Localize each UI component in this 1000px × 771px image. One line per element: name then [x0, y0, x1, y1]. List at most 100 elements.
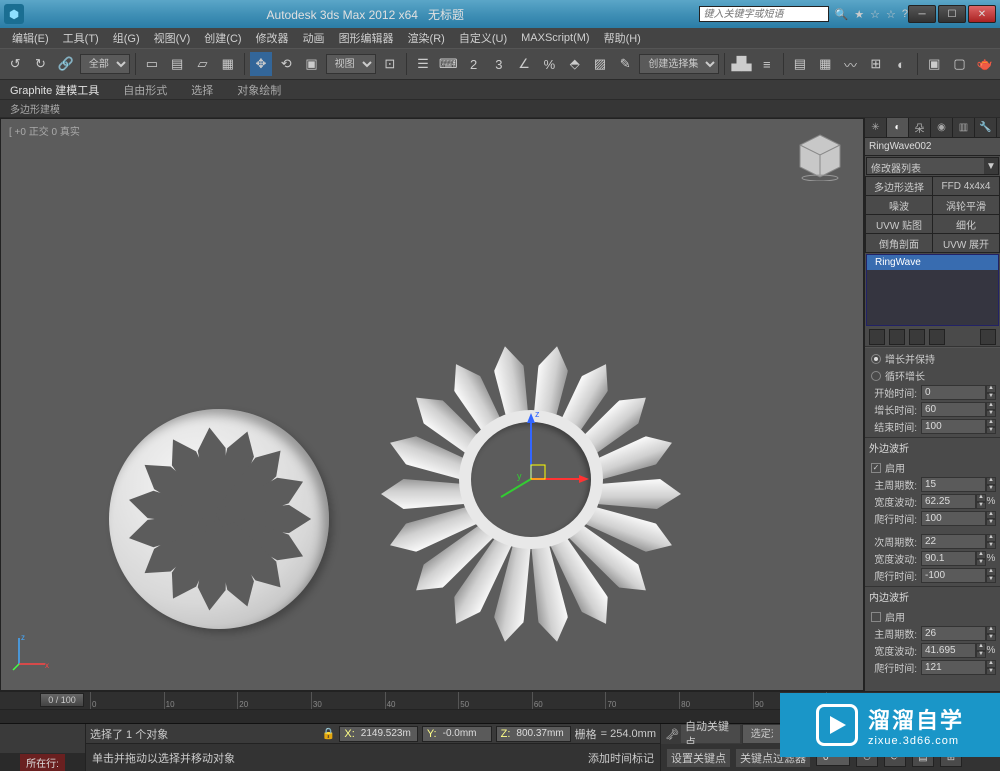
selection-filter[interactable]: 全部 [80, 54, 130, 74]
manipulate-button[interactable]: ☰ [412, 52, 434, 76]
remove-modifier-icon[interactable] [929, 329, 945, 345]
menu-tools[interactable]: 工具(T) [57, 28, 105, 48]
outer-major-input[interactable]: 15 [921, 477, 986, 492]
select-name-button[interactable]: ▤ [166, 52, 188, 76]
menu-maxscript[interactable]: MAXScript(M) [515, 30, 595, 46]
spinner-snap-icon[interactable]: ⬘ [564, 52, 586, 76]
pivot-icon[interactable]: ⊡ [379, 52, 401, 76]
menu-grapheditors[interactable]: 图形编辑器 [333, 28, 400, 48]
inner-enable-checkbox[interactable]: 启用 [869, 608, 996, 625]
outer-widthflux-input[interactable]: 62.25 [921, 494, 976, 509]
move-button[interactable]: ✥ [250, 52, 272, 76]
maxscript-mini-listener[interactable] [0, 724, 85, 753]
rotate-button[interactable]: ⟲ [275, 52, 297, 76]
radio-grow-stay[interactable]: 增长并保持 [869, 350, 996, 367]
menu-animation[interactable]: 动画 [297, 28, 331, 48]
tab-display-icon[interactable]: ▥ [953, 118, 975, 137]
menu-customize[interactable]: 自定义(U) [453, 28, 513, 48]
menu-view[interactable]: 视图(V) [148, 28, 197, 48]
viewport[interactable]: [ +0 正交 0 真实 z x [0, 118, 864, 691]
show-end-result-icon[interactable] [889, 329, 905, 345]
inner-widthflux-input[interactable]: 41.695 [921, 643, 976, 658]
material-editor-icon[interactable]: ◐ [890, 52, 912, 76]
star-icon[interactable]: ☆ [870, 8, 880, 21]
radio-cyclic[interactable]: 循环增长 [869, 367, 996, 384]
maximize-button[interactable]: ☐ [938, 5, 966, 23]
snap-3d-icon[interactable]: 3 [488, 52, 510, 76]
transform-gizmo[interactable]: z y [471, 409, 591, 529]
stack-item-ringwave[interactable]: RingWave [867, 255, 998, 270]
select-button[interactable]: ▭ [141, 52, 163, 76]
named-selection-dropdown[interactable]: 创建选择集 [639, 54, 719, 74]
render-frame-icon[interactable]: ▢ [948, 52, 970, 76]
tab-motion-icon[interactable]: ◉ [931, 118, 953, 137]
modbtn-turbosmooth[interactable]: 涡轮平滑 [933, 196, 999, 214]
close-button[interactable]: ✕ [968, 5, 996, 23]
mirror-button[interactable]: ▟▙ [730, 52, 752, 76]
render-setup-icon[interactable]: ▣ [923, 52, 945, 76]
star-icon[interactable]: ☆ [886, 8, 896, 21]
tab-modify-icon[interactable]: ◐ [887, 118, 909, 137]
scale-button[interactable]: ▣ [300, 52, 322, 76]
rect-select-icon[interactable]: ▱ [191, 52, 213, 76]
keyboard-shortcut-icon[interactable]: ⌨ [437, 52, 459, 76]
modbtn-bevelprofile[interactable]: 倒角剖面 [866, 234, 932, 252]
setkey-button[interactable]: 设置关键点 [667, 749, 730, 767]
window-crossing-icon[interactable]: ▦ [217, 52, 239, 76]
menu-modifiers[interactable]: 修改器 [250, 28, 295, 48]
pin-stack-icon[interactable] [869, 329, 885, 345]
grow-time-input[interactable]: 60 [921, 402, 986, 417]
modifier-stack[interactable]: RingWave [866, 254, 999, 326]
configure-sets-icon[interactable] [980, 329, 996, 345]
start-time-input[interactable]: 0 [921, 385, 986, 400]
modbtn-ffd[interactable]: FFD 4x4x4 [933, 177, 999, 195]
undo-button[interactable]: ↺ [4, 52, 26, 76]
link-button[interactable]: 🔗 [55, 52, 77, 76]
coord-z[interactable]: 800.37mm [512, 728, 567, 739]
menu-edit[interactable]: 编辑(E) [6, 28, 55, 48]
coord-y[interactable]: -0.0mm [439, 728, 489, 739]
align-button[interactable]: ≡ [756, 52, 778, 76]
modbtn-unwrap[interactable]: UVW 展开 [933, 234, 999, 252]
edged-faces-icon[interactable]: ▨ [589, 52, 611, 76]
ribbon-tab-selection[interactable]: 选择 [191, 82, 213, 98]
app-logo-icon[interactable]: ⬢ [4, 4, 24, 24]
modbtn-uvwmap[interactable]: UVW 贴图 [866, 215, 932, 233]
time-slider-thumb[interactable]: 0 / 100 [40, 693, 84, 707]
ribbon-tab-freeform[interactable]: 自由形式 [123, 82, 167, 98]
autokey-button[interactable]: 自动关键点 [681, 725, 740, 743]
inner-crawl-input[interactable]: 121 [921, 660, 986, 675]
minimize-button[interactable]: ─ [908, 5, 936, 23]
outer-widthflux2-input[interactable]: 90.1 [921, 551, 976, 566]
key-mode-icon[interactable]: 🗝 [665, 728, 679, 741]
add-time-tag[interactable]: 添加时间标记 [588, 750, 654, 766]
tab-create-icon[interactable]: ✳ [865, 118, 887, 137]
layer-manager-icon[interactable]: ▤ [789, 52, 811, 76]
outer-minor-input[interactable]: 22 [921, 534, 986, 549]
menu-rendering[interactable]: 渲染(R) [402, 28, 451, 48]
outer-crawl-input[interactable]: 100 [921, 511, 986, 526]
ribbon-tab-paint[interactable]: 对象绘制 [237, 82, 281, 98]
modbtn-tessellate[interactable]: 细化 [933, 215, 999, 233]
modbtn-noise[interactable]: 噪波 [866, 196, 932, 214]
make-unique-icon[interactable] [909, 329, 925, 345]
modifier-list-dropdown[interactable]: 修改器列表▼ [866, 157, 999, 175]
ref-coord-dropdown[interactable]: 视图 [326, 54, 376, 74]
star-icon[interactable]: ★ [854, 8, 864, 21]
curve-editor-icon[interactable]: 〰 [839, 52, 861, 76]
angle-snap-icon[interactable]: ∠ [513, 52, 535, 76]
search-icon[interactable]: 🔍 [835, 8, 849, 21]
tab-utilities-icon[interactable]: 🔧 [975, 118, 997, 137]
help-search-input[interactable] [699, 6, 829, 22]
end-time-input[interactable]: 100 [921, 419, 986, 434]
edit-named-sel-icon[interactable]: ✎ [614, 52, 636, 76]
menu-create[interactable]: 创建(C) [198, 28, 247, 48]
render-button[interactable]: 🫖 [974, 52, 996, 76]
spinner-up[interactable]: ▲ [986, 385, 996, 393]
coord-x[interactable]: 2149.523m [357, 728, 415, 739]
ribbon-tab-graphite[interactable]: Graphite 建模工具 [10, 82, 99, 98]
outer-enable-checkbox[interactable]: ✓启用 [869, 459, 996, 476]
schematic-view-icon[interactable]: ⊞ [865, 52, 887, 76]
percent-snap-icon[interactable]: % [538, 52, 560, 76]
outer-crawl2-input[interactable]: -100 [921, 568, 986, 583]
